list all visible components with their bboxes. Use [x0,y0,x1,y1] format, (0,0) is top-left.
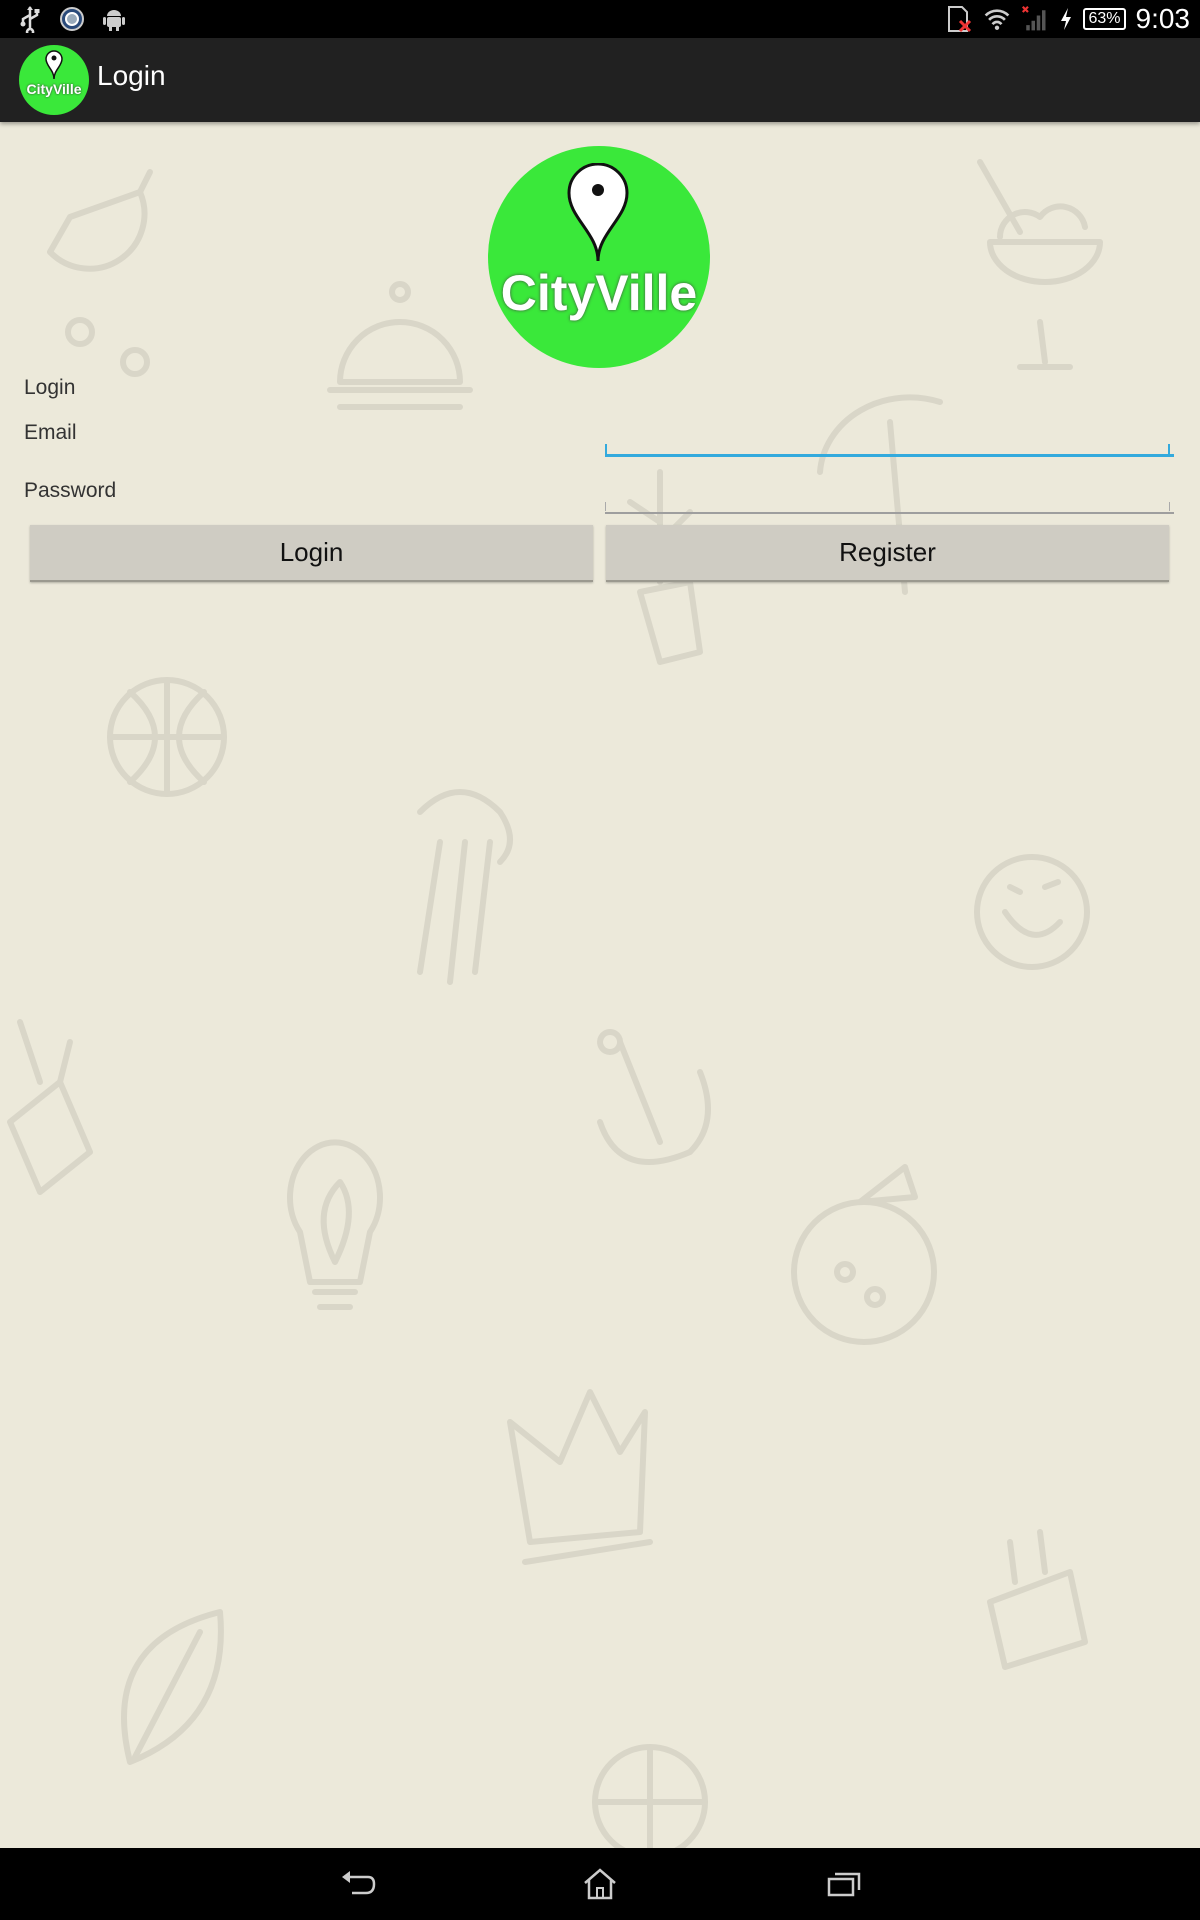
battery-icon: 63% [1083,8,1126,30]
signal-icon [1021,4,1049,34]
basketball-icon [107,677,227,797]
navigation-bar [0,1848,1200,1920]
page-title: Login [97,60,166,91]
wifi-icon [983,4,1011,34]
app-logo[interactable]: CityVille [19,45,89,115]
email-field-underline [605,444,1170,455]
login-heading: Login [24,376,76,399]
recent-apps-icon[interactable] [822,1862,866,1906]
back-icon[interactable] [336,1862,380,1906]
clock: 9:03 [1135,3,1191,34]
smiley-icon [974,854,1090,970]
no-sim-icon [945,4,973,34]
brand-logo: CityVille [488,146,710,368]
app-logo-text: CityVille [26,81,82,97]
map-pin-icon [45,50,63,80]
pizza-icon [791,1164,937,1345]
leaf-icon [121,1609,224,1765]
ice-cream-icon [977,159,1103,370]
crown-icon [507,1389,653,1565]
cactus-icon-2 [7,1019,93,1195]
camera-app-icon [58,4,86,34]
login-button[interactable]: Login [30,525,593,582]
action-bar: CityVille Login [0,38,1200,122]
stroller-icon [47,169,153,377]
password-field-underline [605,502,1170,511]
status-bar: 63% 9:03 [0,0,1200,38]
email-label: Email [24,421,77,444]
android-icon [100,4,128,34]
brand-logo-text: CityVille [500,265,698,321]
bulb-icon [287,1139,383,1310]
usb-icon [16,4,44,34]
anchor-icon [597,1029,711,1165]
map-pin-icon [567,163,629,262]
charging-icon [1059,4,1073,34]
basketball-icon-2 [592,1744,708,1848]
register-button[interactable]: Register [606,525,1169,582]
cake-icon [987,1529,1088,1670]
home-icon[interactable] [578,1862,622,1906]
cloche-icon [327,281,473,410]
column-icon [417,789,513,985]
background-pattern [7,159,1103,1848]
password-label: Password [24,479,117,502]
